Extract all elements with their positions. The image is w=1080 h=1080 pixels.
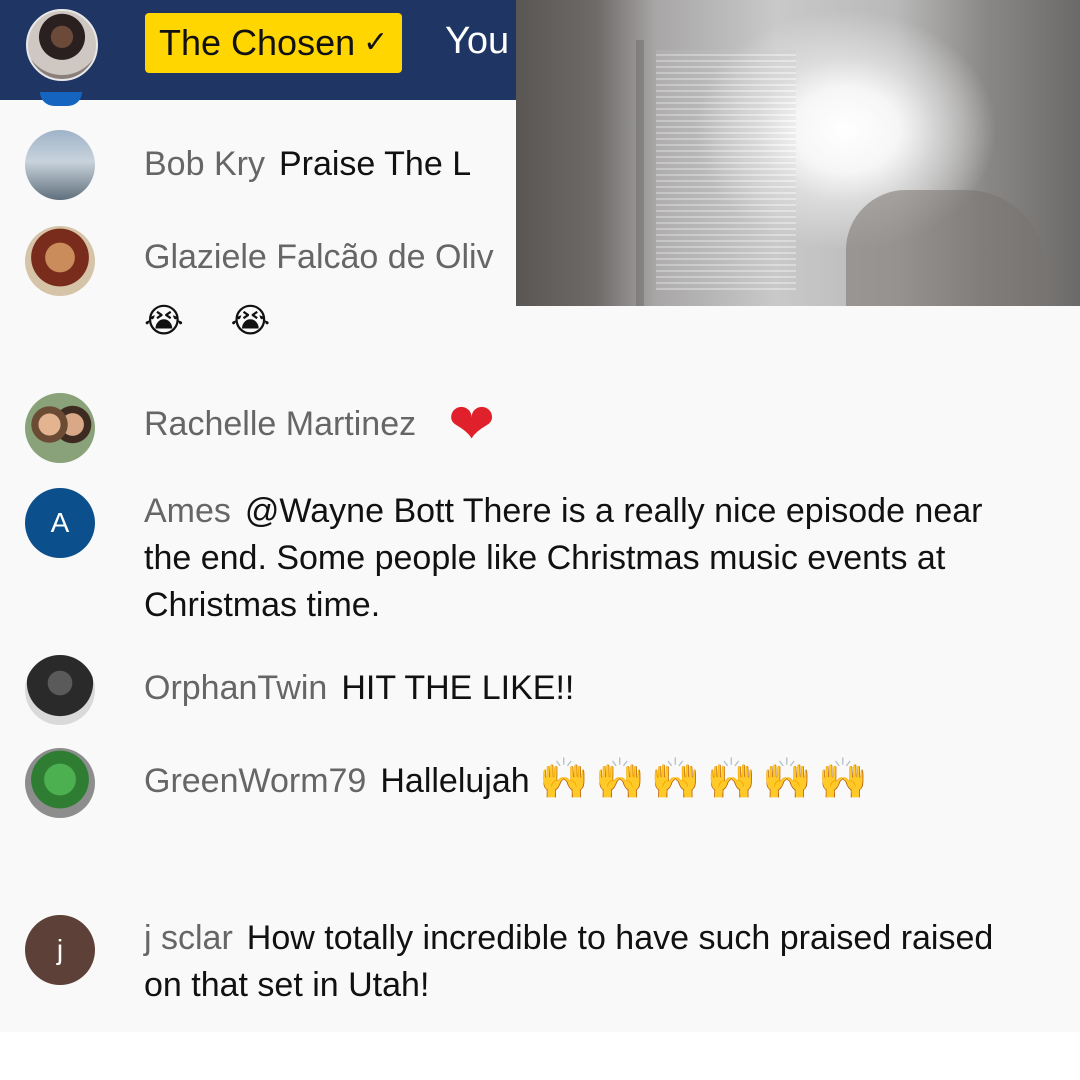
author-name[interactable]: Glaziele Falcão de Oliv	[144, 238, 494, 276]
author-name[interactable]: OrphanTwin	[144, 669, 327, 707]
video-overlay[interactable]	[516, 0, 1080, 306]
message-body: j sclar How totally incredible to have su…	[144, 915, 1024, 1009]
message-text: HIT THE LIKE!!	[341, 669, 575, 707]
avatar-letter: A	[50, 507, 70, 538]
avatar[interactable]	[25, 226, 95, 296]
avatar[interactable]	[25, 748, 95, 818]
avatar[interactable]: A	[25, 488, 95, 558]
message-body: Rachelle Martinez ❤	[144, 396, 1024, 452]
message-body: GreenWorm79 Hallelujah 🙌🙌🙌🙌🙌🙌	[144, 756, 1024, 805]
avatar[interactable]	[25, 393, 95, 463]
message-text: Hallelujah	[380, 762, 530, 800]
raising-hands-emoji: 🙌🙌🙌🙌🙌🙌	[539, 756, 874, 802]
author-name[interactable]: GreenWorm79	[144, 762, 366, 800]
channel-name: The Chosen	[159, 22, 356, 63]
partial-avatar	[40, 92, 82, 106]
author-name[interactable]: Ames	[144, 492, 231, 530]
door-frame	[636, 40, 644, 306]
message-text: Praise The L	[278, 145, 472, 183]
avatar[interactable]: j	[25, 915, 95, 985]
channel-avatar[interactable]	[26, 9, 98, 81]
heart-emoji: ❤	[448, 392, 496, 455]
pinned-message-text: You	[445, 20, 510, 62]
avatar[interactable]	[25, 655, 95, 725]
verified-check-icon: ✓	[363, 26, 389, 59]
message-body: OrphanTwin HIT THE LIKE!!	[144, 665, 1024, 712]
message-text: How totally incredible to have such prai…	[144, 919, 994, 1004]
channel-owner-badge[interactable]: The Chosen ✓	[145, 13, 403, 73]
avatar[interactable]	[25, 130, 95, 200]
backlit-figure	[846, 190, 1046, 306]
message-text: @Wayne Bott There is a really nice episo…	[144, 492, 983, 624]
window-light	[656, 50, 796, 290]
author-name[interactable]: j sclar	[144, 919, 233, 957]
author-name[interactable]: Rachelle Martinez	[144, 405, 416, 443]
message-body: Ames @Wayne Bott There is a really nice e…	[144, 488, 1024, 629]
author-name[interactable]: Bob Kry	[144, 145, 265, 183]
avatar-letter: j	[56, 934, 64, 965]
